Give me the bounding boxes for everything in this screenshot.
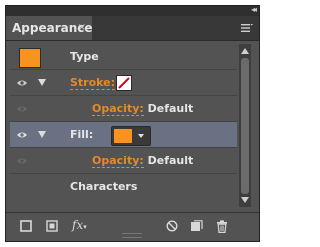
close-icon[interactable]: ×	[72, 16, 86, 40]
eye-icon-dim[interactable]	[16, 156, 28, 166]
fill-label: Fill:	[70, 128, 94, 141]
chevron-down-icon	[138, 134, 144, 138]
expand-triangle-icon[interactable]	[38, 79, 46, 86]
fill-opacity-link[interactable]: Opacity:	[92, 154, 144, 168]
characters-label: Characters	[70, 180, 138, 193]
scroll-up-icon[interactable]	[241, 48, 249, 54]
tab-appearance[interactable]: Appearance ×	[6, 16, 93, 40]
duplicate-item-icon[interactable]	[190, 220, 203, 232]
stroke-opacity-row[interactable]: Opacity: Default	[10, 96, 237, 122]
eye-icon[interactable]	[16, 78, 28, 88]
fill-swatch	[114, 129, 132, 143]
fx-icon[interactable]: fx▾	[72, 218, 87, 232]
stroke-label[interactable]: Stroke:	[70, 76, 116, 90]
tab-strip: Appearance ×	[6, 16, 259, 41]
characters-row[interactable]: Characters	[10, 174, 237, 200]
appearance-list: Type Stroke: Opacity: Default Fill: Opac…	[10, 44, 237, 207]
add-new-stroke-icon[interactable]	[20, 220, 32, 232]
scrollbar[interactable]	[239, 44, 251, 207]
eye-icon-dim[interactable]	[16, 104, 28, 114]
scroll-down-icon[interactable]	[241, 197, 249, 203]
panel-menu-icon[interactable]	[241, 22, 253, 34]
stroke-opacity-link[interactable]: Opacity:	[92, 102, 144, 116]
fill-opacity-value: Default	[147, 154, 194, 167]
fill-opacity-row[interactable]: Opacity: Default	[10, 148, 237, 174]
panel-title-bar[interactable]: ◂◂	[6, 5, 259, 16]
trash-icon[interactable]	[216, 220, 228, 233]
appearance-panel: ◂◂ Appearance × Type Stroke: Opacity: De…	[5, 5, 260, 242]
clear-appearance-icon[interactable]	[166, 220, 178, 232]
fill-row[interactable]: Fill:	[10, 122, 237, 148]
bottom-toolbar: fx▾	[6, 212, 259, 241]
fill-opacity-text: Opacity: Default	[92, 154, 194, 168]
fx-label: fx	[72, 218, 84, 232]
collapse-icon[interactable]: ◂◂	[251, 5, 257, 14]
resize-grip[interactable]	[122, 233, 142, 238]
stroke-opacity-value: Default	[147, 102, 194, 115]
stroke-opacity-text: Opacity: Default	[92, 102, 194, 116]
stroke-link[interactable]: Stroke:	[70, 76, 116, 90]
stroke-none-swatch[interactable]	[116, 75, 132, 91]
add-new-fill-icon[interactable]	[46, 220, 58, 232]
type-row[interactable]: Type	[10, 44, 237, 70]
fx-chevron-icon: ▾	[83, 223, 87, 231]
stroke-row[interactable]: Stroke:	[10, 70, 237, 96]
scroll-thumb[interactable]	[241, 58, 249, 194]
type-label: Type	[70, 50, 99, 63]
eye-icon[interactable]	[16, 130, 28, 140]
fill-color-dropdown[interactable]	[111, 126, 151, 146]
expand-triangle-icon[interactable]	[38, 131, 46, 138]
type-swatch	[19, 48, 41, 68]
